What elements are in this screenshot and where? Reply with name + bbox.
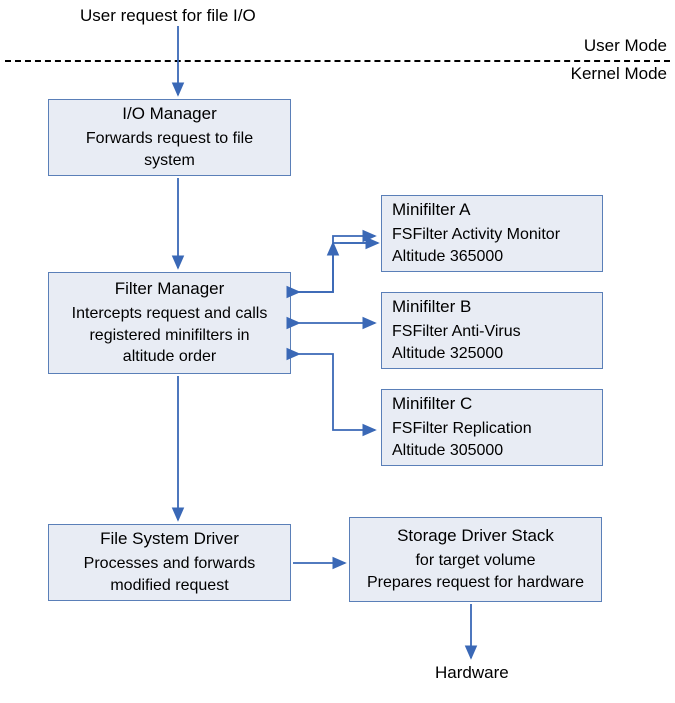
- minifilter-a-title: Minifilter A: [392, 199, 470, 222]
- filter-manager-sub1: Intercepts request and calls: [59, 303, 280, 325]
- minifilter-a-box: Minifilter A FSFilter Activity Monitor A…: [381, 195, 603, 272]
- kernel-mode-label: Kernel Mode: [571, 64, 667, 84]
- fs-driver-title: File System Driver: [59, 528, 280, 551]
- storage-stack-box: Storage Driver Stack for target volume P…: [349, 517, 602, 602]
- io-manager-sub2: system: [59, 150, 280, 172]
- filter-manager-sub3: altitude order: [59, 346, 280, 368]
- fs-driver-sub1: Processes and forwards: [59, 553, 280, 575]
- minifilter-c-sub2: Altitude 305000: [392, 440, 503, 462]
- user-mode-label: User Mode: [584, 36, 667, 56]
- fs-driver-box: File System Driver Processes and forward…: [48, 524, 291, 601]
- storage-stack-sub1: for target volume: [360, 550, 591, 572]
- minifilter-c-sub1: FSFilter Replication: [392, 418, 532, 440]
- filter-manager-box: Filter Manager Intercepts request and ca…: [48, 272, 291, 374]
- minifilter-c-title: Minifilter C: [392, 393, 472, 416]
- storage-stack-title: Storage Driver Stack: [360, 525, 591, 548]
- hardware-label: Hardware: [435, 663, 509, 683]
- fs-driver-sub2: modified request: [59, 575, 280, 597]
- mode-boundary-line: [5, 60, 670, 62]
- io-manager-title: I/O Manager: [59, 103, 280, 126]
- filter-manager-title: Filter Manager: [59, 278, 280, 301]
- minifilter-b-sub2: Altitude 325000: [392, 343, 503, 365]
- minifilter-a-sub2: Altitude 365000: [392, 246, 503, 268]
- io-manager-sub1: Forwards request to file: [59, 128, 280, 150]
- io-manager-box: I/O Manager Forwards request to file sys…: [48, 99, 291, 176]
- storage-stack-sub2: Prepares request for hardware: [360, 572, 591, 594]
- filter-manager-sub2: registered minifilters in: [59, 325, 280, 347]
- minifilter-b-box: Minifilter B FSFilter Anti-Virus Altitud…: [381, 292, 603, 369]
- minifilter-c-box: Minifilter C FSFilter Replication Altitu…: [381, 389, 603, 466]
- minifilter-b-sub1: FSFilter Anti-Virus: [392, 321, 521, 343]
- minifilter-b-title: Minifilter B: [392, 296, 471, 319]
- minifilter-a-sub1: FSFilter Activity Monitor: [392, 224, 560, 246]
- user-request-label: User request for file I/O: [80, 6, 256, 26]
